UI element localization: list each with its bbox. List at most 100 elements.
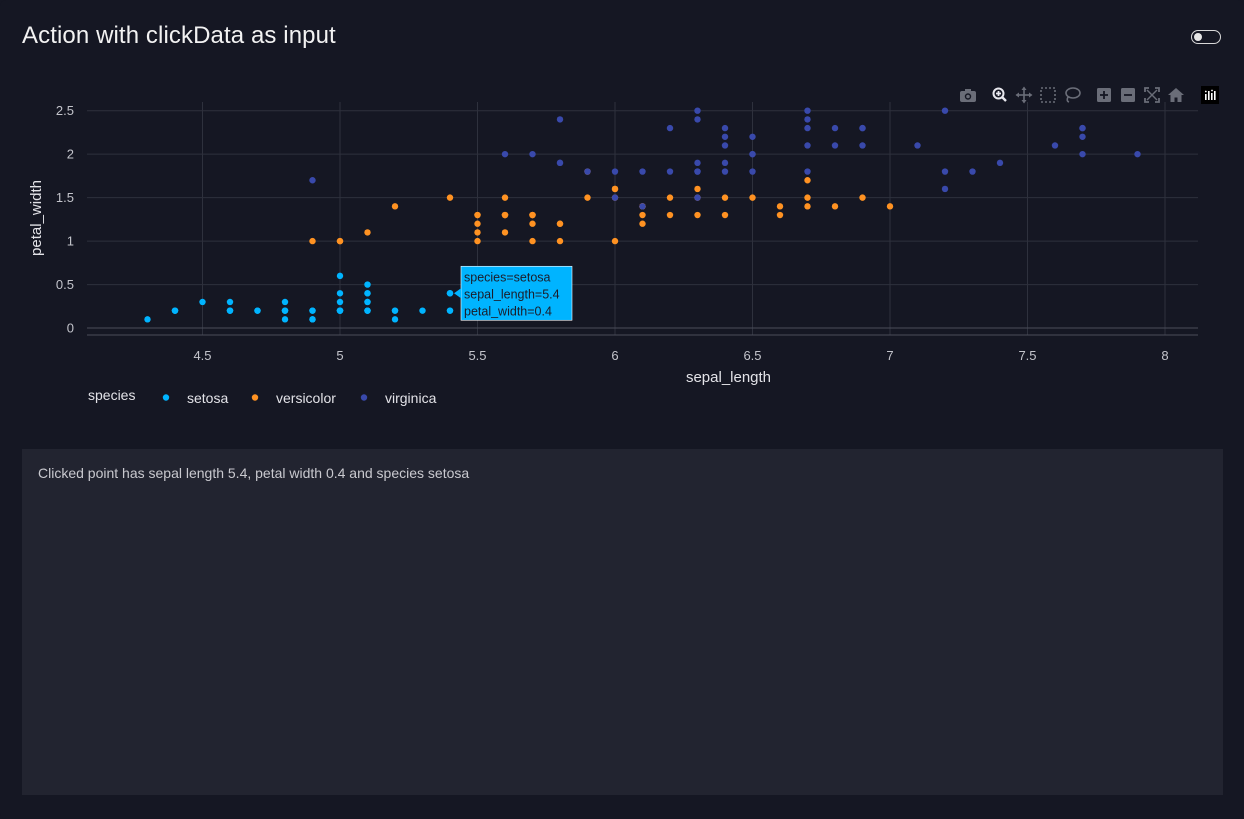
point-setosa[interactable]	[226, 307, 234, 314]
point-versicolor[interactable]	[804, 194, 811, 201]
point-virginica[interactable]	[666, 124, 674, 132]
point-versicolor[interactable]	[474, 211, 481, 219]
point-setosa[interactable]	[199, 298, 206, 306]
point-setosa[interactable]	[336, 272, 344, 280]
point-versicolor[interactable]	[474, 237, 481, 245]
point-virginica[interactable]	[611, 168, 619, 175]
point-virginica[interactable]	[584, 168, 591, 175]
point-setosa[interactable]	[281, 307, 289, 314]
point-versicolor[interactable]	[694, 185, 701, 193]
point-virginica[interactable]	[694, 159, 701, 167]
point-virginica[interactable]	[804, 124, 811, 132]
point-virginica[interactable]	[749, 133, 756, 140]
point-virginica[interactable]	[694, 107, 701, 114]
point-versicolor[interactable]	[831, 203, 839, 210]
point-versicolor[interactable]	[556, 220, 564, 227]
point-virginica[interactable]	[639, 203, 646, 210]
point-virginica[interactable]	[969, 168, 976, 175]
point-versicolor[interactable]	[639, 220, 646, 227]
point-versicolor[interactable]	[529, 237, 536, 245]
point-versicolor[interactable]	[639, 211, 646, 219]
point-versicolor[interactable]	[446, 194, 454, 201]
point-versicolor[interactable]	[474, 220, 481, 227]
point-virginica[interactable]	[721, 124, 729, 132]
point-virginica[interactable]	[1079, 133, 1086, 140]
point-virginica[interactable]	[694, 194, 701, 201]
point-versicolor[interactable]	[474, 229, 481, 236]
legend-item-virginica[interactable]: virginica	[360, 390, 437, 406]
point-virginica[interactable]	[804, 142, 811, 149]
point-versicolor[interactable]	[529, 211, 536, 219]
point-virginica[interactable]	[831, 142, 839, 149]
point-virginica[interactable]	[804, 116, 811, 123]
point-setosa[interactable]	[226, 298, 234, 306]
point-setosa[interactable]	[446, 290, 454, 297]
point-versicolor[interactable]	[694, 211, 701, 219]
point-versicolor[interactable]	[501, 229, 509, 236]
point-virginica[interactable]	[996, 159, 1004, 167]
point-setosa[interactable]	[364, 307, 371, 314]
point-virginica[interactable]	[941, 168, 949, 175]
point-setosa[interactable]	[364, 290, 371, 297]
point-virginica[interactable]	[941, 107, 949, 114]
point-setosa[interactable]	[364, 281, 371, 288]
point-versicolor[interactable]	[364, 229, 371, 236]
point-setosa[interactable]	[391, 307, 399, 314]
point-virginica[interactable]	[666, 168, 674, 175]
point-setosa[interactable]	[336, 290, 344, 297]
point-virginica[interactable]	[639, 168, 646, 175]
point-setosa[interactable]	[446, 307, 454, 314]
point-virginica[interactable]	[749, 150, 756, 158]
point-virginica[interactable]	[1134, 150, 1141, 158]
point-virginica[interactable]	[529, 150, 536, 158]
point-versicolor[interactable]	[804, 203, 811, 210]
point-versicolor[interactable]	[721, 211, 729, 219]
point-versicolor[interactable]	[859, 194, 866, 201]
point-versicolor[interactable]	[501, 211, 509, 219]
point-versicolor[interactable]	[529, 220, 536, 227]
point-setosa[interactable]	[391, 316, 399, 323]
point-setosa[interactable]	[281, 298, 289, 306]
point-versicolor[interactable]	[611, 237, 619, 245]
point-virginica[interactable]	[721, 168, 729, 175]
legend-item-versicolor[interactable]: versicolor	[251, 390, 336, 406]
point-virginica[interactable]	[831, 124, 839, 132]
point-versicolor[interactable]	[666, 211, 674, 219]
point-virginica[interactable]	[804, 107, 811, 114]
point-setosa[interactable]	[254, 307, 261, 314]
point-setosa[interactable]	[336, 298, 344, 306]
point-versicolor[interactable]	[776, 211, 784, 219]
point-versicolor[interactable]	[391, 203, 399, 210]
point-versicolor[interactable]	[886, 203, 894, 210]
point-versicolor[interactable]	[749, 194, 756, 201]
point-setosa[interactable]	[309, 307, 316, 314]
point-virginica[interactable]	[941, 185, 949, 193]
point-versicolor[interactable]	[556, 237, 564, 245]
point-versicolor[interactable]	[611, 185, 619, 193]
point-virginica[interactable]	[556, 159, 564, 167]
point-virginica[interactable]	[501, 150, 509, 158]
point-versicolor[interactable]	[666, 194, 674, 201]
point-versicolor[interactable]	[309, 237, 316, 245]
point-virginica[interactable]	[309, 177, 316, 184]
point-virginica[interactable]	[1051, 142, 1059, 149]
point-virginica[interactable]	[1079, 124, 1086, 132]
point-virginica[interactable]	[914, 142, 921, 149]
point-versicolor[interactable]	[501, 194, 509, 201]
point-virginica[interactable]	[721, 142, 729, 149]
point-setosa[interactable]	[309, 316, 316, 323]
point-virginica[interactable]	[859, 142, 866, 149]
point-versicolor[interactable]	[721, 194, 729, 201]
point-virginica[interactable]	[859, 124, 866, 132]
point-virginica[interactable]	[694, 168, 701, 175]
point-setosa[interactable]	[281, 316, 289, 323]
point-setosa[interactable]	[364, 298, 371, 306]
point-virginica[interactable]	[749, 168, 756, 175]
point-virginica[interactable]	[804, 168, 811, 175]
legend-item-setosa[interactable]: setosa	[162, 390, 229, 406]
point-virginica[interactable]	[611, 194, 619, 201]
point-virginica[interactable]	[694, 116, 701, 123]
point-virginica[interactable]	[1079, 150, 1086, 158]
point-versicolor[interactable]	[584, 194, 591, 201]
point-setosa[interactable]	[336, 307, 344, 314]
